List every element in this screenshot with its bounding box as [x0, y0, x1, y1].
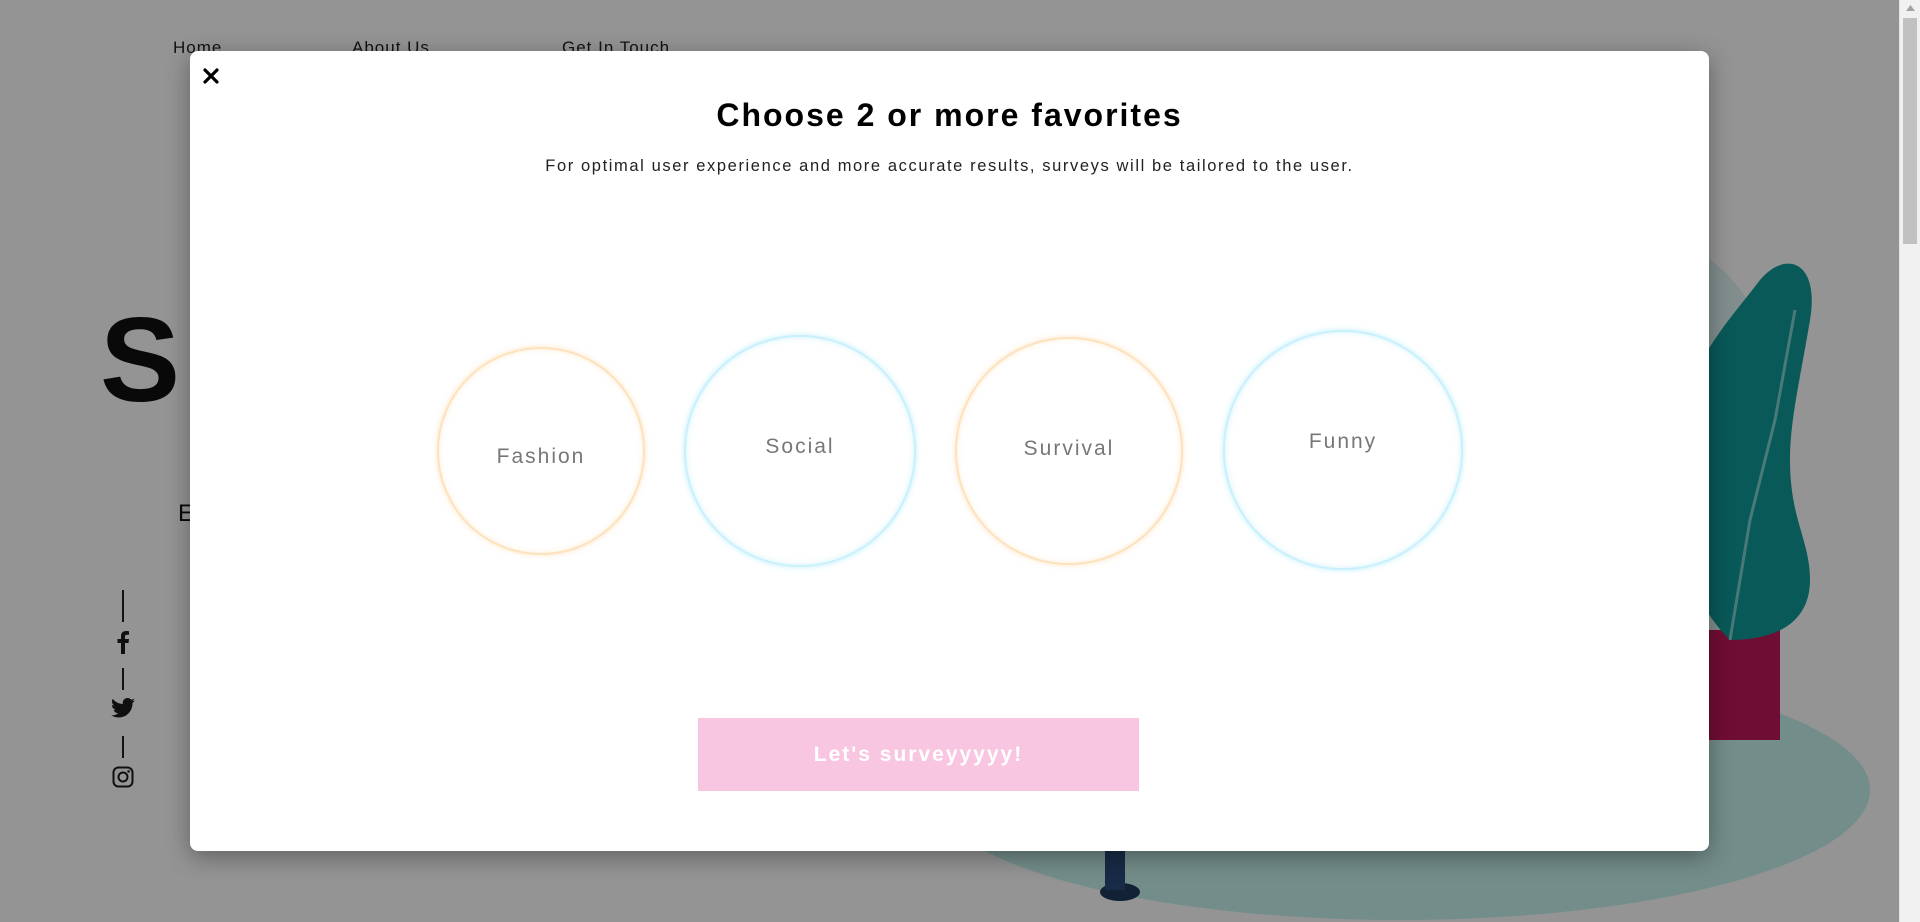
page-scrollbar[interactable]: [1899, 0, 1920, 922]
category-label: Fashion: [496, 445, 586, 468]
category-fashion[interactable]: Fashion: [437, 347, 645, 555]
category-label: Social: [765, 435, 835, 458]
scrollbar-thumb[interactable]: [1903, 18, 1917, 244]
close-button[interactable]: [198, 63, 224, 89]
category-survival[interactable]: Survival: [955, 337, 1183, 565]
modal-title: Choose 2 or more favorites: [716, 97, 1183, 133]
modal-subtitle: For optimal user experience and more acc…: [545, 157, 1354, 175]
category-label: Survival: [1023, 437, 1115, 460]
scroll-up-arrow-icon[interactable]: [1900, 0, 1920, 16]
start-survey-button[interactable]: Let's surveyyyyy!: [698, 718, 1139, 791]
category-label: Funny: [1308, 430, 1378, 453]
category-funny[interactable]: Funny: [1223, 330, 1463, 570]
category-social[interactable]: Social: [684, 335, 916, 567]
close-icon: [203, 68, 219, 84]
favorites-modal: Choose 2 or more favorites For optimal u…: [190, 51, 1709, 851]
